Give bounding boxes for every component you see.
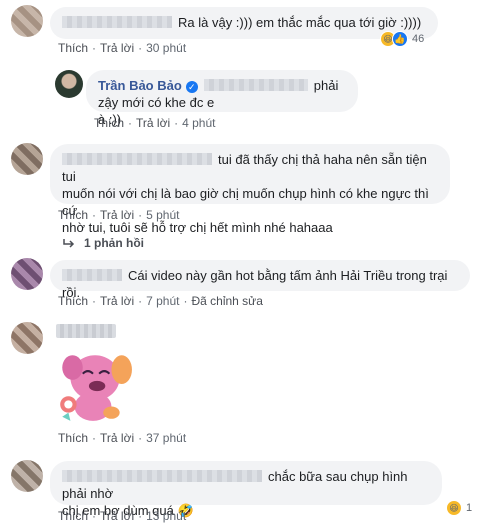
timestamp[interactable]: 4 phút <box>182 116 215 130</box>
author-name[interactable]: Trần Bảo Bảo <box>98 78 182 93</box>
edited-label[interactable]: Đã chỉnh sửa <box>191 294 262 308</box>
comment-text: Ra là vậy :))) em thắc mắc qua tới giờ :… <box>178 15 422 30</box>
avatar[interactable] <box>11 5 43 37</box>
comment-bubble: tui đã thấy chị thả haha nên sẵn tiện tu… <box>50 144 450 235</box>
haha-icon: 😆 <box>446 500 462 516</box>
comment-meta: Thích · Trả lời · 5 phút <box>58 208 180 222</box>
blurred-author <box>62 269 122 281</box>
avatar[interactable] <box>55 70 83 98</box>
avatar[interactable] <box>11 460 43 492</box>
comment-meta: Thích · Trả lời · 4 phút <box>94 116 216 130</box>
comment-meta: Thích · Trả lời · 13 phút <box>58 509 187 523</box>
like-link[interactable]: Thích <box>94 116 124 130</box>
timestamp[interactable]: 5 phút <box>146 208 179 222</box>
comment-meta: Thích · Trả lời · 37 phút <box>58 431 187 445</box>
reply-link[interactable]: Trả lời <box>100 431 134 445</box>
blurred-author <box>62 153 212 165</box>
comment-bubble: Trần Bảo Bảo ✓ phải zậy mới có khe đc e à … <box>86 70 358 127</box>
comment-meta: Thích · Trả lời · 30 phút <box>58 41 187 55</box>
like-icon: 👍 <box>392 31 408 47</box>
reaction-summary[interactable]: 😆 1 <box>446 500 472 516</box>
avatar[interactable] <box>11 258 43 290</box>
avatar[interactable] <box>11 322 43 354</box>
reaction-count: 1 <box>466 502 473 514</box>
reaction-count: 46 <box>412 33 425 45</box>
view-replies[interactable]: 1 phản hồi <box>62 236 144 250</box>
like-link[interactable]: Thích <box>58 509 88 523</box>
comment-bubble: Cái video này gần hot bằng tấm ảnh Hải T… <box>50 260 470 300</box>
like-link[interactable]: Thích <box>58 431 88 445</box>
blurred-author <box>56 324 116 338</box>
avatar[interactable] <box>11 143 43 175</box>
reply-arrow-icon <box>63 239 75 248</box>
reply-link[interactable]: Trả lời <box>136 116 170 130</box>
timestamp[interactable]: 37 phút <box>146 431 186 445</box>
timestamp[interactable]: 30 phút <box>146 41 186 55</box>
comment-meta: Thích · Trả lời · 7 phút · Đã chỉnh sửa <box>58 294 263 308</box>
blurred-author <box>62 16 172 28</box>
like-link[interactable]: Thích <box>58 41 88 55</box>
timestamp[interactable]: 13 phút <box>146 509 186 523</box>
sticker-icon[interactable] <box>52 345 134 427</box>
like-link[interactable]: Thích <box>58 208 88 222</box>
blurred-mention <box>203 79 308 91</box>
reply-link[interactable]: Trả lời <box>100 509 134 523</box>
reply-link[interactable]: Trả lời <box>100 294 134 308</box>
like-link[interactable]: Thích <box>58 294 88 308</box>
reaction-summary[interactable]: 😆 👍 46 <box>380 31 424 47</box>
reply-count: 1 phản hồi <box>84 236 144 250</box>
reply-link[interactable]: Trả lời <box>100 208 134 222</box>
timestamp[interactable]: 7 phút <box>146 294 179 308</box>
blurred-author <box>62 470 262 482</box>
comment-text-line3: nhờ tui, tuôi sẽ hỗ trợ chị hết mình nhé… <box>62 220 333 235</box>
verified-icon: ✓ <box>185 81 198 93</box>
reply-link[interactable]: Trả lời <box>100 41 134 55</box>
comment-bubble: chắc bữa sau chụp hình phải nhờ chị em b… <box>50 461 442 518</box>
